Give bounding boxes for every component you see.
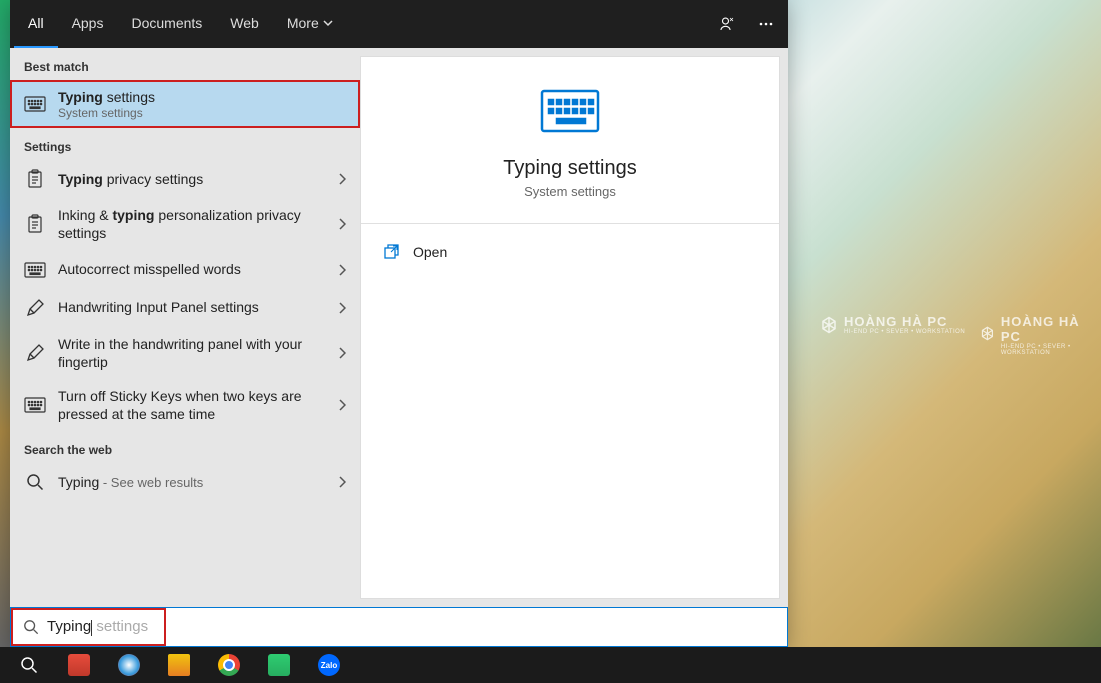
result-title: Turn off Sticky Keys when two keys are p… [58,387,326,423]
action-open-label: Open [413,244,447,260]
tab-apps[interactable]: Apps [58,0,118,48]
taskbar-search-button[interactable] [8,650,50,680]
watermark-2: HOÀNG HÀ PCHI-END PC • SEVER • WORKSTATI… [980,314,1101,356]
search-input-text: Typing settings [47,618,148,635]
result-title: Autocorrect misspelled words [58,260,326,278]
results-list: Best match Typing settings System settin… [10,48,360,607]
tab-web[interactable]: Web [216,0,273,48]
chevron-down-icon [323,18,333,28]
result-title: Handwriting Input Panel settings [58,298,326,316]
result-settings-item[interactable]: Inking & typing personalization privacy … [10,198,360,250]
preview-title: Typing settings [503,157,636,180]
watermark-1: HOÀNG HÀ PCHI-END PC • SEVER • WORKSTATI… [820,314,965,335]
result-title: Typing - See web results [58,473,326,492]
result-title: Typing privacy settings [58,170,326,188]
taskbar-zalo[interactable]: Zalo [308,650,350,680]
open-icon [383,244,399,260]
clipboard-icon [24,168,46,190]
taskbar-app-5[interactable] [258,650,300,680]
pen-icon [24,297,46,319]
search-icon [24,471,46,493]
clipboard-icon [24,213,46,235]
keyboard-icon [24,259,46,281]
result-title: Inking & typing personalization privacy … [58,206,326,242]
result-settings-item[interactable]: Autocorrect misspelled words [10,251,360,289]
preview-pane: Typing settings System settings Open [360,56,780,599]
search-icon [23,619,39,635]
search-tabs-bar: All Apps Documents Web More [10,0,788,48]
search-input-highlight[interactable]: Typing settings [11,608,166,646]
feedback-icon[interactable] [718,15,736,33]
result-title: Write in the handwriting panel with your… [58,335,326,371]
tab-all[interactable]: All [14,0,58,48]
result-settings-item[interactable]: Handwriting Input Panel settings [10,289,360,327]
chevron-right-icon [338,476,346,488]
result-web-search[interactable]: Typing - See web results [10,463,360,501]
search-panel: All Apps Documents Web More Best match [10,0,788,647]
chevron-right-icon [338,264,346,276]
more-options-icon[interactable] [758,16,774,32]
tab-more[interactable]: More [273,0,347,48]
result-settings-item[interactable]: Turn off Sticky Keys when two keys are p… [10,379,360,431]
taskbar-file-explorer[interactable] [158,650,200,680]
chevron-right-icon [338,173,346,185]
search-input-row[interactable]: Typing settings [10,607,788,647]
taskbar-chrome[interactable] [208,650,250,680]
section-best-match: Best match [10,48,360,80]
chevron-right-icon [338,218,346,230]
section-search-web: Search the web [10,431,360,463]
result-title: Typing settings [58,88,346,106]
taskbar-app-2[interactable] [108,650,150,680]
pen-icon [24,342,46,364]
keyboard-icon [24,93,46,115]
chevron-right-icon [338,302,346,314]
chevron-right-icon [338,399,346,411]
chevron-right-icon [338,347,346,359]
tab-documents[interactable]: Documents [117,0,216,48]
keyboard-icon-large [540,89,600,133]
result-subtitle: System settings [58,106,346,120]
keyboard-icon [24,394,46,416]
desktop-left-edge [0,0,10,647]
result-best-match[interactable]: Typing settings System settings [10,80,360,128]
action-open[interactable]: Open [383,240,757,264]
preview-subtitle: System settings [524,184,616,199]
section-settings: Settings [10,128,360,160]
taskbar-app-1[interactable] [58,650,100,680]
result-settings-item[interactable]: Write in the handwriting panel with your… [10,327,360,379]
search-input-remainder[interactable] [166,608,787,646]
result-settings-item[interactable]: Typing privacy settings [10,160,360,198]
taskbar: Zalo [0,647,1101,683]
